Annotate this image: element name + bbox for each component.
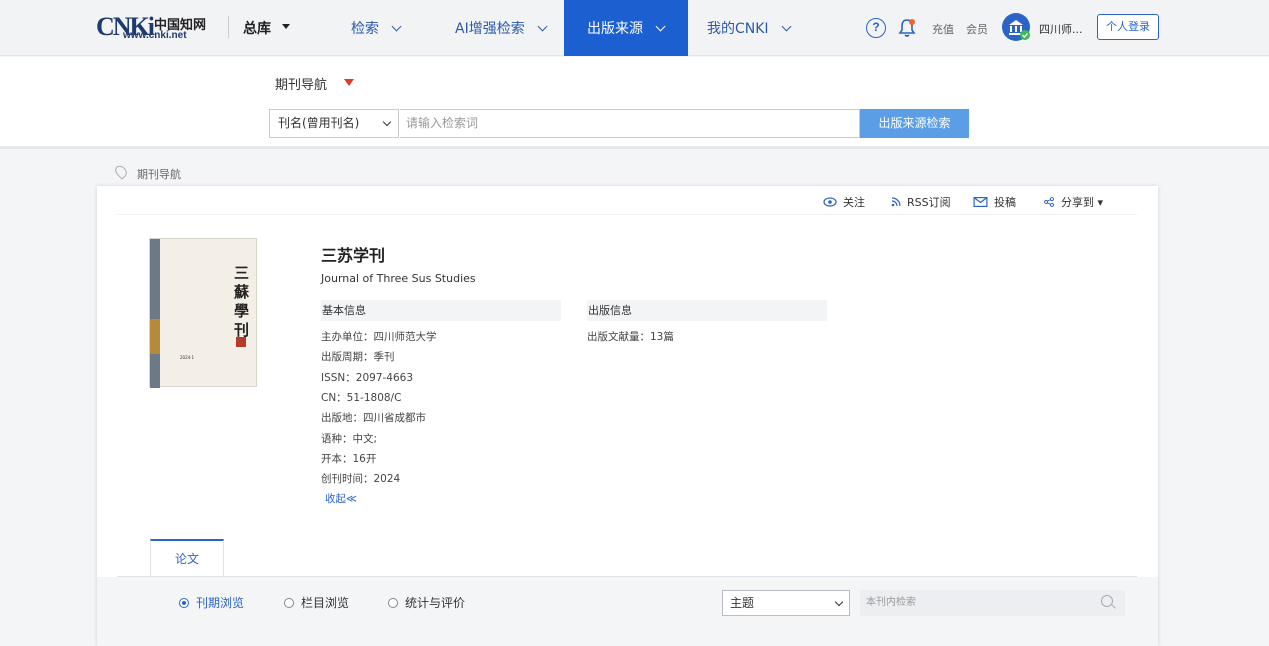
cover-title: 三蘇學刊	[234, 264, 250, 339]
nav-publication-source[interactable]: 出版来源	[564, 0, 688, 56]
info-issn: ISSN：2097-4663	[321, 372, 414, 384]
in-journal-search-input[interactable]: 本刊内检索	[860, 590, 1125, 616]
basic-info-heading: 基本信息	[321, 300, 561, 321]
collapse-link[interactable]: 收起≪	[325, 491, 357, 506]
member-link[interactable]: 会员	[966, 21, 988, 37]
search-field-select[interactable]: 刊名(曾用刊名)	[269, 109, 399, 138]
info-frequency: 出版周期：季刊	[321, 351, 395, 363]
cover-spine	[150, 239, 160, 388]
radio-icon	[388, 597, 398, 608]
info-cn: CN：51-1808/C	[321, 392, 402, 404]
search-panel: 期刊导航 刊名(曾用刊名) 请输入检索词 出版来源检索	[0, 57, 1269, 149]
chevron-down-icon	[781, 21, 792, 31]
cover-seal	[236, 337, 246, 347]
institution-name[interactable]: 四川师...	[1039, 21, 1083, 37]
toolbar: 关注 RSS订阅 投稿 分享到 ▾	[117, 186, 1137, 215]
cover-band	[150, 319, 160, 354]
search-input[interactable]: 请输入检索词	[400, 109, 860, 138]
publish-info-heading: 出版信息	[587, 300, 827, 321]
chevron-down-icon	[391, 21, 402, 31]
caret-down-icon[interactable]	[282, 24, 290, 29]
chevron-down-icon	[655, 21, 666, 31]
share-icon	[1044, 197, 1054, 207]
journal-cover[interactable]: 三蘇學刊 2024·1	[149, 238, 257, 388]
submit-manuscript-button[interactable]: 投稿	[973, 194, 1016, 210]
bank-icon	[1009, 20, 1030, 40]
info-sponsor: 主办单位：四川师范大学	[321, 331, 437, 343]
radio-selected-icon	[179, 597, 189, 608]
search-field-dropdown[interactable]: 主题	[722, 590, 850, 616]
radio-stats-evaluation[interactable]: 统计与评价	[388, 594, 465, 611]
browse-filter-bar: 刊期浏览 栏目浏览 统计与评价 主题 本刊内检索	[97, 577, 1158, 646]
institution-icon[interactable]	[1002, 13, 1030, 41]
top-navbar: CNKi 中国知网 www.cnki.net 总库 检索 AI增强检索 出版来源…	[0, 0, 1269, 56]
info-format: 开本：16开	[321, 453, 377, 465]
info-article-count: 出版文献量：13篇	[587, 331, 674, 343]
nav-search[interactable]: 检索	[351, 0, 402, 56]
journal-title: 三苏学刊	[321, 246, 386, 265]
chevron-down-icon	[382, 117, 392, 127]
library-selector[interactable]: 总库	[243, 18, 271, 38]
recharge-link[interactable]: 充值	[932, 21, 954, 37]
help-icon[interactable]: ?	[866, 18, 886, 38]
share-button[interactable]: 分享到 ▾	[1043, 194, 1103, 210]
cnki-logo[interactable]: CNKi 中国知网 www.cnki.net	[96, 12, 212, 42]
location-pin-icon	[112, 163, 130, 180]
nav-my-cnki[interactable]: 我的CNKI	[707, 0, 792, 56]
journal-detail-card: 关注 RSS订阅 投稿 分享到 ▾ 三蘇學刊 2024·1 三苏学刊 Journ…	[97, 186, 1158, 646]
breadcrumb[interactable]: 期刊导航	[137, 166, 181, 182]
radio-icon	[284, 597, 294, 608]
follow-button[interactable]: 关注	[823, 194, 865, 210]
bell-icon[interactable]	[898, 18, 916, 38]
publication-search-button[interactable]: 出版来源检索	[860, 109, 969, 138]
rss-button[interactable]: RSS订阅	[891, 194, 951, 210]
nav-ai-search[interactable]: AI增强检索	[455, 0, 548, 56]
logo-url: www.cnki.net	[123, 30, 187, 41]
journal-title-en: Journal of Three Sus Studies	[321, 272, 476, 285]
personal-login-button[interactable]: 个人登录	[1097, 14, 1159, 40]
info-place: 出版地：四川省成都市	[321, 412, 426, 424]
caret-down-icon[interactable]	[344, 79, 354, 86]
mail-icon	[973, 197, 988, 207]
search-icon[interactable]	[1101, 595, 1113, 607]
radio-issue-browse[interactable]: 刊期浏览	[179, 594, 244, 611]
journal-nav-title[interactable]: 期刊导航	[275, 74, 327, 93]
tab-papers[interactable]: 论文	[150, 539, 224, 577]
divider	[228, 16, 229, 38]
cover-year: 2024·1	[180, 355, 194, 360]
radio-column-browse[interactable]: 栏目浏览	[284, 594, 349, 611]
info-founded: 创刊时间：2024	[321, 473, 401, 485]
rss-icon	[891, 197, 901, 207]
chevron-down-icon	[834, 597, 844, 607]
info-language: 语种：中文;	[321, 433, 378, 445]
eye-icon	[823, 197, 837, 207]
chevron-down-icon	[537, 21, 548, 31]
